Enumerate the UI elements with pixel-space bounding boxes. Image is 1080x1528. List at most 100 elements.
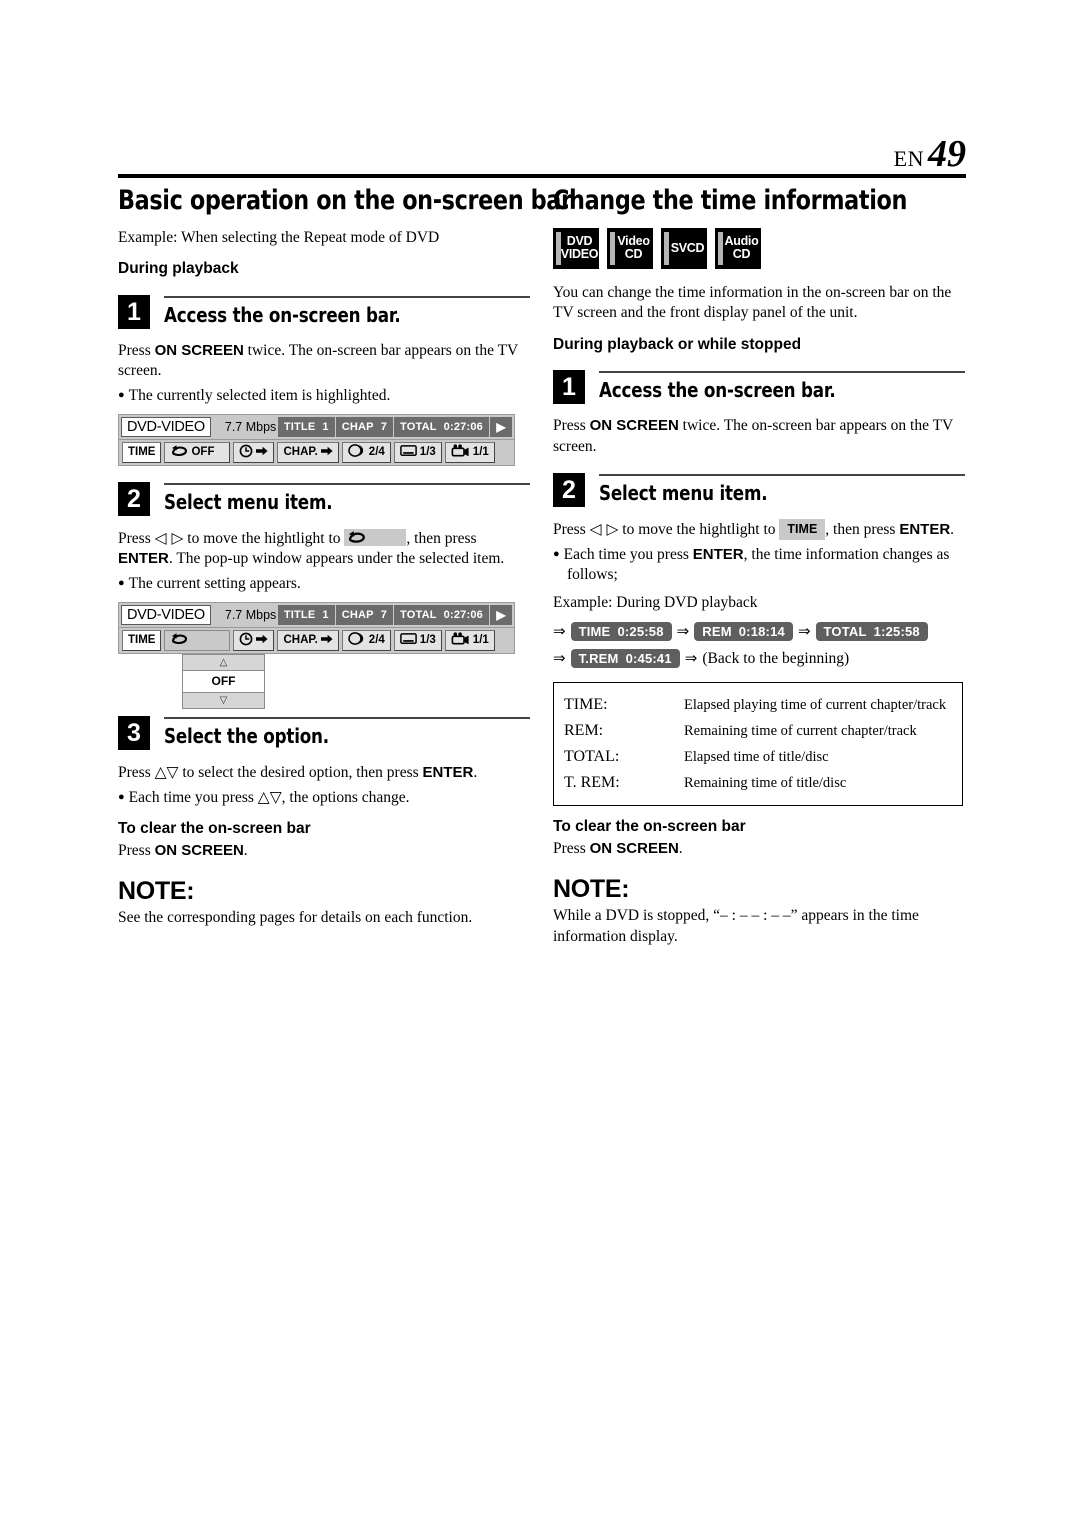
table-key: TOTAL: <box>564 748 620 766</box>
osd-subtitle-button[interactable]: 1/3 <box>393 629 442 651</box>
osd-time-search-button[interactable] <box>233 441 275 463</box>
osd-angle-button[interactable]: 1/1 <box>444 441 495 463</box>
text-fragment: Press <box>118 341 155 359</box>
step-rule <box>164 295 530 298</box>
enter-key: ENTER <box>422 763 474 781</box>
step-number-box: 2 <box>118 481 150 516</box>
popup-up-arrow[interactable]: △ <box>182 653 265 671</box>
step-rule <box>164 482 530 485</box>
text-fragment: Press <box>118 842 155 860</box>
left-step-2: 2 Select menu item. <box>118 481 530 518</box>
left-step1-body: Press ON SCREEN twice. The on-screen bar… <box>118 341 530 382</box>
right-subhead: During playback or while stopped <box>553 335 802 353</box>
osd-button-row: TIME CHAP. 2/4 1/3 1/1 <box>118 626 515 654</box>
text-fragment: . <box>243 842 248 860</box>
osd-bar-2: DVD-VIDEO 7.7 Mbps TITLE 1 CHAP 7 TOTAL 0:2… <box>118 601 515 709</box>
left-column: Basic operation on the on-screen bar Exa… <box>118 185 572 938</box>
subtitle-icon <box>399 632 417 649</box>
table-value: Remaining time of current chapter/track <box>684 723 917 740</box>
time-badge-total: TOTAL 1:25:58 <box>815 622 928 642</box>
osd-time-button[interactable]: TIME <box>122 441 162 463</box>
right-step2-bullet: ● Each time you press ENTER, the time inf… <box>553 545 965 585</box>
osd-audio-value: 2/4 <box>368 446 385 459</box>
text-fragment: , then press <box>825 521 900 539</box>
popup-down-arrow[interactable]: ▽ <box>182 691 265 709</box>
flow-tail-text: (Back to the beginning) <box>702 649 850 667</box>
document-page: EN 49 Basic operation on the on-screen ba… <box>0 0 1080 1528</box>
text-fragment: Press <box>553 839 590 857</box>
osd-disc-type: DVD-VIDEO <box>121 604 211 625</box>
osd-total-label: TOTAL <box>400 420 437 433</box>
right-clear-body: Press ON SCREEN. <box>553 839 965 859</box>
bullet-dot: ● <box>118 388 125 401</box>
left-note-heading: NOTE: <box>118 877 195 906</box>
text-fragment: Press <box>553 521 590 539</box>
osd-time-button[interactable]: TIME <box>122 629 162 651</box>
osd-audio-button[interactable]: 2/4 <box>341 441 391 463</box>
right-note-heading: NOTE: <box>553 875 630 904</box>
left-step-3: 3 Select the option. <box>118 715 530 752</box>
play-triangle-icon: ▶ <box>490 416 512 437</box>
text-fragment: Press <box>118 529 155 547</box>
left-clear-body: Press ON SCREEN. <box>118 841 530 861</box>
on-screen-key: ON SCREEN <box>154 842 244 860</box>
osd-title-value: 1 <box>322 420 329 433</box>
step-number-box: 3 <box>118 715 150 750</box>
badge-svcd: SVCD <box>661 227 707 269</box>
osd-time-search-button[interactable] <box>233 629 275 651</box>
up-down-key-glyph: △▽ <box>257 788 282 807</box>
up-down-key-glyph: △▽ <box>154 762 179 781</box>
table-row: REM: Remaining time of current chapter/t… <box>554 718 962 744</box>
osd-title-tag: TITLE 1 <box>277 416 336 437</box>
step-title: Access the on-screen bar. <box>164 302 401 327</box>
play-triangle-icon: ▶ <box>490 604 512 625</box>
osd-chap-value: 7 <box>380 420 388 433</box>
page-number: 49 <box>928 133 966 175</box>
osd-total-value: 0:27:06 <box>443 608 483 621</box>
badge-video-cd: Video CD <box>607 227 653 269</box>
osd-angle-value: 1/1 <box>472 446 489 459</box>
text-fragment: to move the hightlight to <box>618 521 780 539</box>
text-fragment: Each time you press <box>128 789 258 807</box>
osd-chap-label: CHAP <box>341 420 374 433</box>
enter-key: ENTER <box>899 521 951 539</box>
left-clear-heading: To clear the on-screen bar <box>118 820 311 838</box>
time-flow-row-1: ⇒ TIME 0:25:58 ⇒ REM 0:18:14 ⇒ TOTAL 1:25:5… <box>553 622 965 642</box>
popup-current-value[interactable]: OFF <box>182 670 265 692</box>
bullet-text: The currently selected item is highlight… <box>128 386 391 404</box>
step-rule <box>599 371 965 374</box>
left-step1-bullet: ● The currently selected item is highligh… <box>118 386 530 406</box>
osd-total-value: 0:27:06 <box>443 420 483 433</box>
camera-angle-icon <box>451 632 470 649</box>
osd-chapter-search-button[interactable]: CHAP. <box>277 441 339 463</box>
osd-chapter-search-button[interactable]: CHAP. <box>277 629 339 651</box>
page-header: EN 49 <box>118 132 966 176</box>
osd-angle-button[interactable]: 1/1 <box>444 629 495 651</box>
left-section-title: Basic operation on the on-screen bar <box>118 185 572 216</box>
badge-line-2: CD <box>624 247 643 262</box>
text-fragment: . The pop-up window appears under the se… <box>168 550 505 568</box>
table-key: REM: <box>564 722 604 740</box>
table-key: TIME: <box>564 696 608 714</box>
osd-repeat-label: OFF <box>191 446 215 459</box>
text-fragment: Press <box>553 417 590 435</box>
bullet-hanging: ● Each time you press ENTER, the time inf… <box>553 545 965 585</box>
left-right-key-glyph: ◁ ▷ <box>154 528 184 547</box>
osd-subtitle-value: 1/3 <box>419 446 436 459</box>
step-title: Access the on-screen bar. <box>599 378 836 403</box>
osd-audio-button[interactable]: 2/4 <box>341 629 391 651</box>
right-step-2: 2 Select menu item. <box>553 473 965 509</box>
bullet-dot: ● <box>118 791 125 804</box>
enter-key: ENTER <box>118 550 169 568</box>
badge-line-2: VIDEO <box>560 247 599 262</box>
osd-total-tag: TOTAL 0:27:06 <box>394 604 490 625</box>
time-badge-value: 0:18:14 <box>738 624 785 640</box>
right-clear-heading: To clear the on-screen bar <box>553 818 746 836</box>
osd-subtitle-button[interactable]: 1/3 <box>393 441 442 463</box>
osd-repeat-button[interactable]: OFF <box>164 441 231 463</box>
step-title: Select menu item. <box>599 481 768 506</box>
osd-repeat-button-selected[interactable] <box>164 629 231 651</box>
right-intro: You can change the time information in t… <box>553 283 952 322</box>
badge-line-2: CD <box>732 247 751 262</box>
badge-dvd-video: DVD VIDEO <box>553 227 599 269</box>
